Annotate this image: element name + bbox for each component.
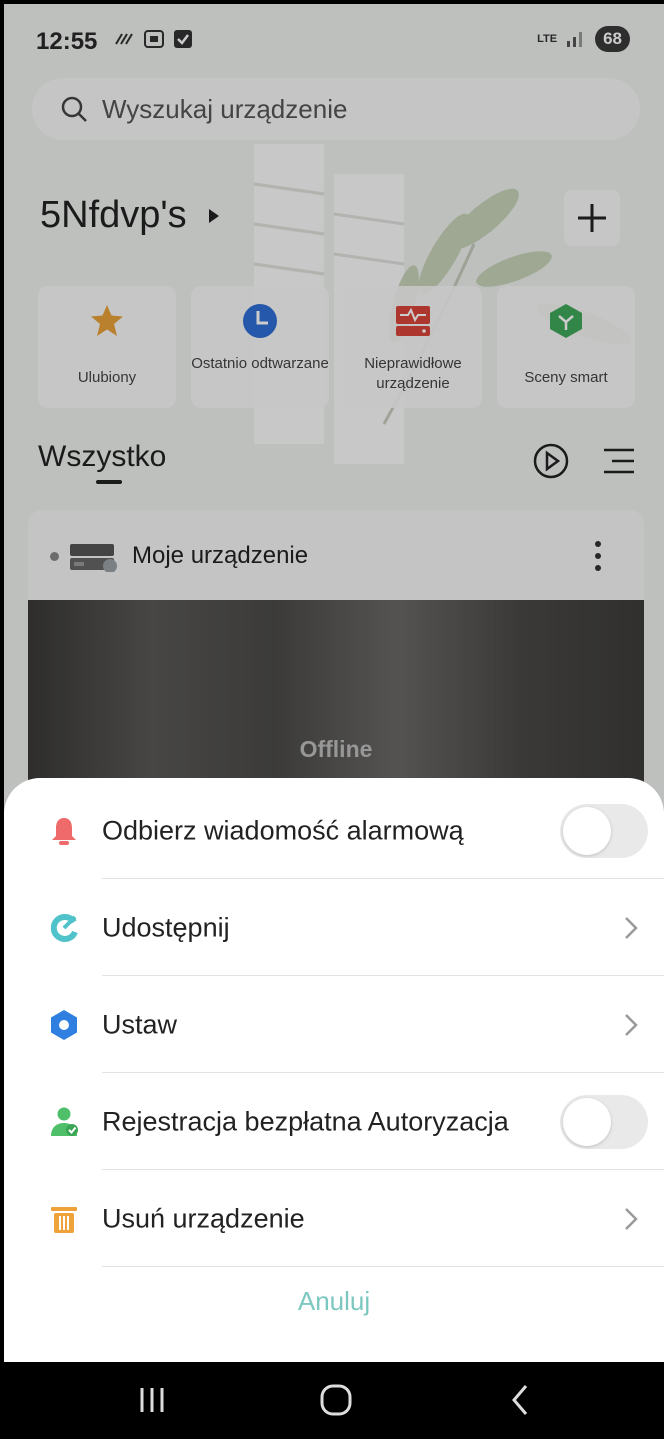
free-registration-toggle[interactable] xyxy=(560,1094,648,1149)
option-label: Odbierz wiadomość alarmową xyxy=(102,815,464,845)
option-alarm-message[interactable]: Odbierz wiadomość alarmową xyxy=(4,782,664,879)
toggle-knob xyxy=(563,806,611,855)
home-icon[interactable] xyxy=(318,1382,354,1418)
toggle-knob xyxy=(563,1097,611,1146)
option-label: Ustaw xyxy=(102,1009,178,1039)
option-label: Udostępnij xyxy=(102,912,230,942)
share-icon xyxy=(50,913,78,942)
option-label: Usuń urządzenie xyxy=(102,1203,305,1233)
bell-icon xyxy=(52,817,76,845)
device-options-sheet: Odbierz wiadomość alarmową Udostępnij Us… xyxy=(4,778,664,1362)
cancel-button[interactable]: Anuluj xyxy=(4,1286,664,1317)
system-navigation-bar xyxy=(0,1362,664,1439)
divider xyxy=(102,1266,664,1267)
back-icon[interactable] xyxy=(508,1382,532,1418)
home-screen: 12:55 LTE 68 Wyszukaj urządzenie 5Nfdvp'… xyxy=(4,4,664,1362)
option-delete-device[interactable]: Usuń urządzenie xyxy=(4,1170,664,1267)
user-check-icon xyxy=(51,1107,78,1136)
option-settings[interactable]: Ustaw xyxy=(4,976,664,1073)
settings-icon xyxy=(51,1009,77,1040)
chevron-right-icon xyxy=(625,1207,638,1230)
alarm-message-toggle[interactable] xyxy=(560,803,648,858)
chevron-right-icon xyxy=(625,1013,638,1036)
option-label: Rejestracja bezpłatna Autoryzacja xyxy=(102,1106,509,1136)
chevron-right-icon xyxy=(625,916,638,939)
trash-icon xyxy=(51,1206,77,1233)
recent-apps-icon[interactable] xyxy=(138,1382,166,1418)
option-free-registration[interactable]: Rejestracja bezpłatna Autoryzacja xyxy=(4,1073,664,1170)
option-share[interactable]: Udostępnij xyxy=(4,879,664,976)
